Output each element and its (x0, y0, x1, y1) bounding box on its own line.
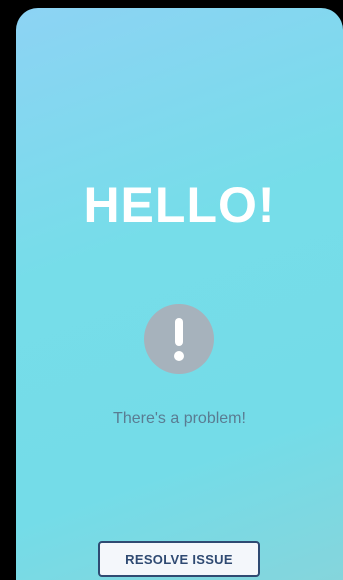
exclamation-bar (175, 318, 183, 346)
greeting-heading: HELLO! (83, 177, 276, 233)
exclamation-alert-icon (144, 304, 214, 374)
app-screen: HELLO! There's a problem! RESOLVE ISSUE (16, 8, 343, 580)
resolve-issue-button[interactable]: RESOLVE ISSUE (98, 541, 260, 577)
exclamation-dot (174, 351, 184, 361)
error-message: There's a problem! (113, 410, 246, 427)
